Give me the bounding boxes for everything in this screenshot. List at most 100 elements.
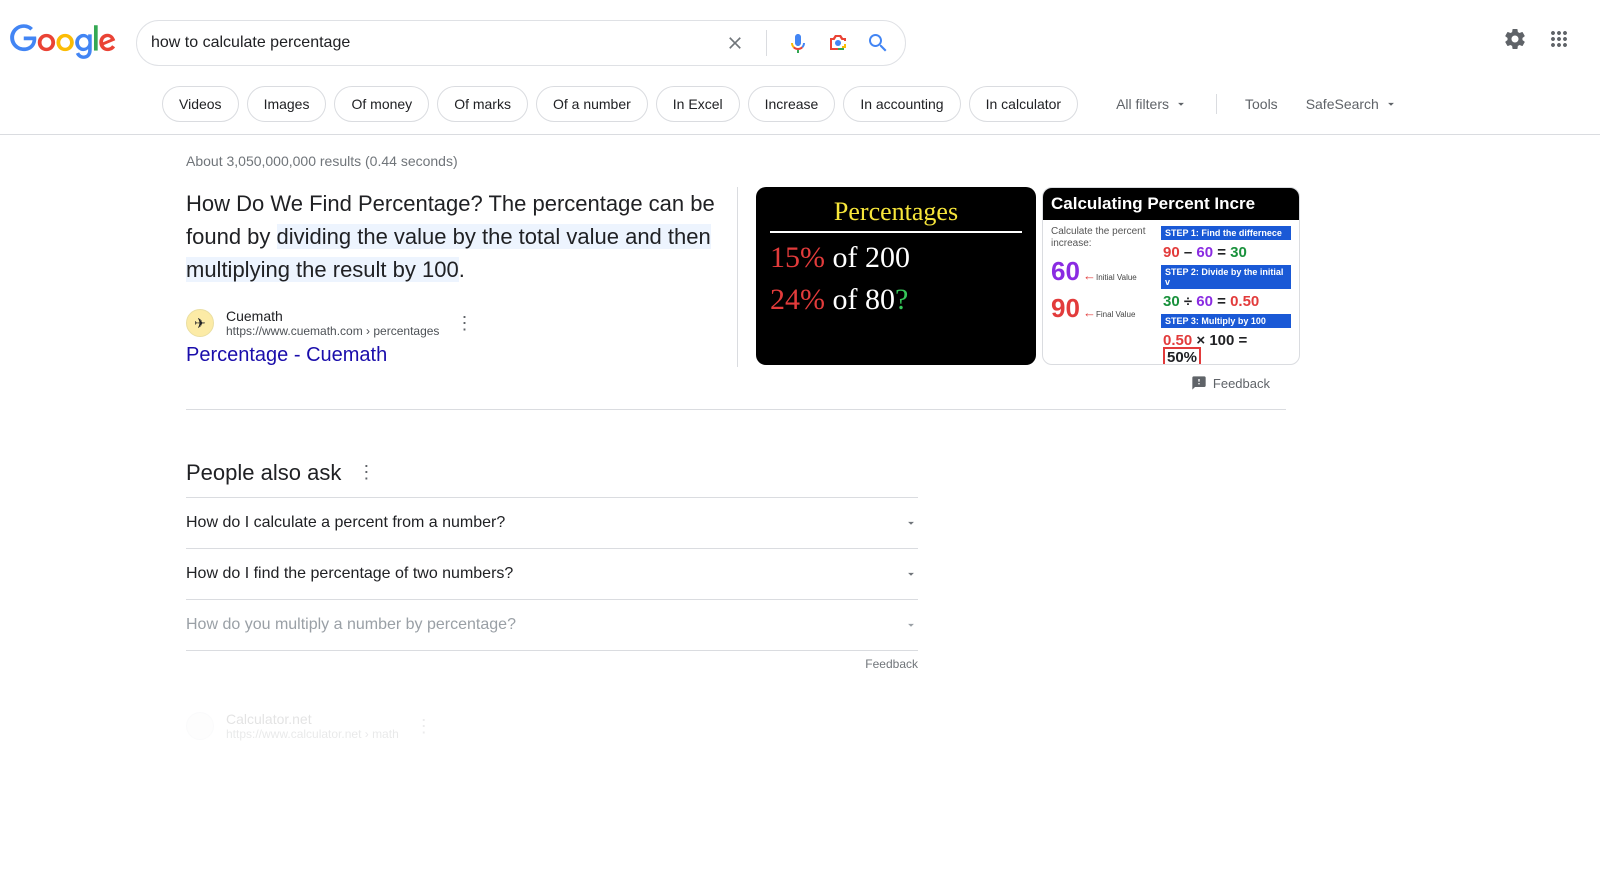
chip-videos[interactable]: Videos — [162, 86, 239, 122]
s2r: 0.50 — [1230, 293, 1259, 310]
featured-thumbnails: Percentages 15% of 200 24% of 80? Calcul… — [737, 187, 1300, 367]
source-favicon: ✈ — [186, 309, 214, 337]
paa-feedback[interactable]: Feedback — [186, 657, 918, 671]
header — [0, 0, 1600, 66]
thumb2-final: 90 — [1051, 293, 1080, 324]
thumb1-r1-pct: 15% — [770, 241, 825, 274]
thumb1-r2-q: ? — [895, 283, 908, 316]
thumb1-row1: 15% of 200 — [770, 241, 1022, 275]
paa-item-0[interactable]: How do I calculate a percent from a numb… — [186, 497, 918, 548]
chevron-down-icon — [1384, 97, 1398, 111]
header-right — [1502, 20, 1600, 52]
tools-button[interactable]: Tools — [1245, 96, 1278, 112]
search-icon[interactable] — [865, 30, 891, 56]
people-also-ask: People also ask ⋮ How do I calculate a p… — [186, 458, 918, 651]
upcoming-result: Calculator.net https://www.calculator.ne… — [186, 711, 918, 741]
camera-icon[interactable] — [825, 30, 851, 56]
filter-chips-row: Videos Images Of money Of marks Of a num… — [0, 66, 1600, 135]
search-icons — [712, 30, 891, 56]
step3-head: STEP 3: Multiply by 100 — [1161, 314, 1291, 328]
upcoming-name: Calculator.net — [226, 711, 399, 727]
feedback-link[interactable]: Feedback — [1213, 376, 1270, 391]
step1-eq: 90 – 60 = 30 — [1161, 243, 1291, 262]
paa-item-1[interactable]: How do I find the percentage of two numb… — [186, 548, 918, 599]
chip-increase[interactable]: Increase — [748, 86, 836, 122]
more-icon[interactable]: ⋮ — [353, 458, 379, 487]
thumb1-r2-pct: 24% — [770, 283, 825, 316]
s2a: 30 — [1163, 293, 1180, 310]
source-meta: Cuemath https://www.cuemath.com › percen… — [226, 308, 439, 338]
thumb2-initial-lbl: Initial Value — [1096, 274, 1137, 282]
thumb2-right: STEP 1: Find the differnece 90 – 60 = 30… — [1161, 226, 1291, 365]
thumb1-row2: 24% of 80? — [770, 283, 1022, 317]
google-logo[interactable] — [10, 24, 116, 65]
thumbnail-1[interactable]: Percentages 15% of 200 24% of 80? — [756, 187, 1036, 365]
feedback-row: Feedback — [186, 375, 1270, 391]
all-filters-label: All filters — [1116, 96, 1169, 112]
results-area: About 3,050,000,000 results (0.44 second… — [0, 135, 1300, 741]
settings-icon[interactable] — [1502, 26, 1528, 52]
search-wrap — [136, 20, 1502, 66]
chip-of-a-number[interactable]: Of a number — [536, 86, 648, 122]
upcoming-meta: Calculator.net https://www.calculator.ne… — [226, 711, 399, 741]
featured-left: How Do We Find Percentage? The percentag… — [186, 187, 719, 367]
step2-head: STEP 2: Divide by the initial v — [1161, 265, 1291, 289]
safesearch[interactable]: SafeSearch — [1306, 96, 1398, 112]
s1a: 90 — [1163, 244, 1180, 261]
chip-images[interactable]: Images — [247, 86, 327, 122]
source-name: Cuemath — [226, 308, 439, 324]
source-url: https://www.cuemath.com › percentages — [226, 324, 439, 338]
thumb1-r1-mid: of — [825, 241, 865, 274]
arrow-icon: ← — [1083, 305, 1096, 320]
thumb1-r1-val: 200 — [865, 241, 910, 274]
all-filters[interactable]: All filters — [1116, 96, 1188, 112]
arrow-icon: ← — [1083, 268, 1096, 283]
mic-icon[interactable] — [785, 30, 811, 56]
clear-icon[interactable] — [722, 30, 748, 56]
separator — [766, 30, 767, 56]
chip-of-money[interactable]: Of money — [334, 86, 429, 122]
paa-q: How do I calculate a percent from a numb… — [186, 514, 505, 532]
more-icon[interactable]: ⋮ — [451, 309, 477, 338]
paa-heading: People also ask ⋮ — [186, 458, 918, 487]
thumb2-final-lbl: Final Value — [1096, 311, 1135, 319]
chip-of-marks[interactable]: Of marks — [437, 86, 528, 122]
tools-row: All filters Tools SafeSearch — [1116, 94, 1398, 114]
thumb2-calc-label: Calculate the percent increase: — [1051, 226, 1155, 250]
step3-eq: 0.50 × 100 = 50% — [1161, 331, 1291, 365]
result-link[interactable]: Percentage - Cuemath — [186, 344, 387, 367]
snippet-text: How Do We Find Percentage? The percentag… — [186, 187, 719, 286]
hline — [186, 409, 1286, 410]
chevron-down-icon — [904, 516, 918, 530]
thumbnail-2[interactable]: Calculating Percent Incre Calculate the … — [1042, 187, 1300, 365]
s1r: 30 — [1230, 244, 1247, 261]
thumb2-initial: 60 — [1051, 256, 1080, 287]
search-input[interactable] — [151, 34, 712, 52]
source-row: ✈ Cuemath https://www.cuemath.com › perc… — [186, 308, 719, 338]
upcoming-favicon — [186, 712, 214, 740]
paa-item-2[interactable]: How do you multiply a number by percenta… — [186, 599, 918, 651]
s1b: 60 — [1196, 244, 1213, 261]
chip-in-excel[interactable]: In Excel — [656, 86, 740, 122]
more-icon[interactable]: ⋮ — [411, 712, 437, 741]
upcoming-url: https://www.calculator.net › math — [226, 727, 399, 741]
paa-q: How do you multiply a number by percenta… — [186, 616, 516, 634]
chevron-down-icon — [1174, 97, 1188, 111]
safesearch-label: SafeSearch — [1306, 96, 1379, 112]
s2b: 60 — [1196, 293, 1213, 310]
thumb1-r2-val: 80 — [865, 283, 895, 316]
paa-title: People also ask — [186, 460, 341, 486]
chip-in-accounting[interactable]: In accounting — [843, 86, 960, 122]
step1-head: STEP 1: Find the differnece — [1161, 226, 1291, 240]
snippet-suffix: . — [459, 257, 465, 282]
result-stats: About 3,050,000,000 results (0.44 second… — [186, 153, 1300, 169]
chevron-down-icon — [904, 567, 918, 581]
apps-icon[interactable] — [1546, 26, 1572, 52]
featured-snippet: How Do We Find Percentage? The percentag… — [186, 187, 1300, 367]
search-box[interactable] — [136, 20, 906, 66]
s3r: 50% — [1163, 347, 1201, 365]
thumb1-title: Percentages — [770, 197, 1022, 233]
s3b: 100 — [1209, 332, 1234, 349]
thumb1-r2-mid: of — [825, 283, 865, 316]
chip-in-calculator[interactable]: In calculator — [969, 86, 1078, 122]
